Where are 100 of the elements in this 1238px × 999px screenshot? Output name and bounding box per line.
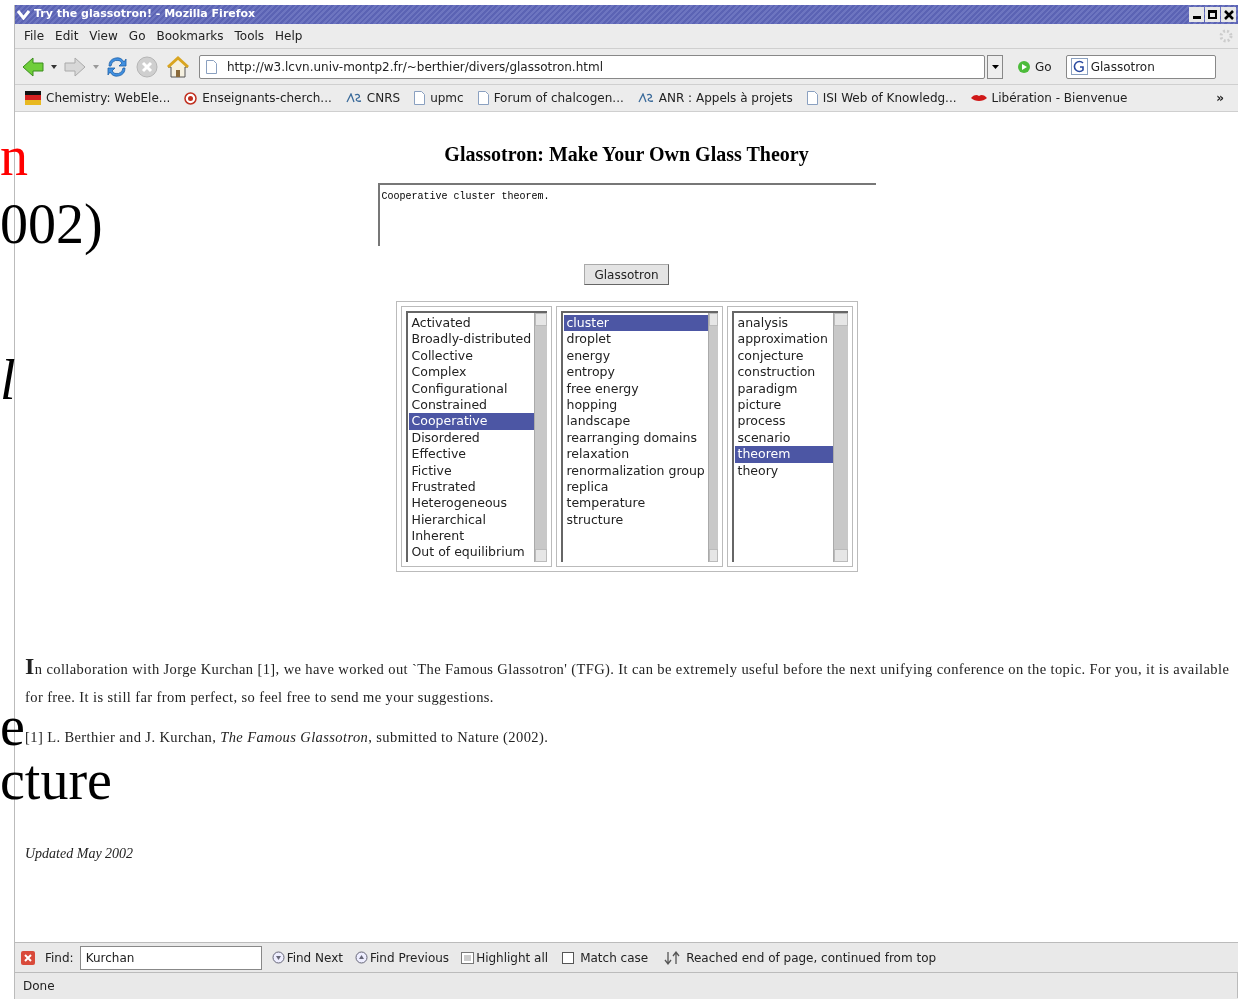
list-option[interactable]: cluster <box>563 315 708 332</box>
find-next-icon <box>271 951 285 964</box>
slide-text-fragment: e <box>0 698 25 754</box>
scrollbar[interactable] <box>707 313 718 562</box>
menu-item[interactable]: Go <box>123 27 151 45</box>
dropdown-arrow-icon[interactable] <box>51 64 57 69</box>
list-box[interactable]: analysis approximation conjecture construction paradigm picture process scenario theorem theory <box>731 311 848 562</box>
search-engine-icon <box>1070 58 1088 75</box>
highlight-icon <box>461 951 475 964</box>
search-field[interactable]: Glassotron <box>1065 54 1216 79</box>
list-option[interactable]: rearranging domains <box>563 429 708 447</box>
list-option[interactable]: analysis <box>734 315 833 332</box>
list-option[interactable]: Fictive <box>408 462 535 479</box>
match-case-checkbox[interactable]: Match case <box>562 948 649 967</box>
flag-icon <box>25 91 41 105</box>
reload-icon[interactable] <box>105 54 129 79</box>
list-option[interactable]: construction <box>734 364 833 381</box>
scrollbar[interactable] <box>832 313 848 562</box>
close-icon[interactable] <box>21 950 35 965</box>
list-option[interactable]: energy <box>563 347 708 365</box>
list-option[interactable]: temperature <box>563 495 708 512</box>
list-option[interactable]: Collective <box>408 347 535 365</box>
list-option[interactable]: process <box>734 413 833 430</box>
list-option[interactable]: conjecture <box>734 347 833 365</box>
bookmark-link[interactable]: Forum of chalcogen... <box>477 89 624 107</box>
bookmark-link[interactable]: Enseignants-cherch... <box>184 89 332 107</box>
list-option[interactable]: Activated <box>408 315 535 332</box>
scrollbar[interactable] <box>534 313 547 562</box>
badge-icon <box>184 91 198 105</box>
slide-text-fragment: cture <box>0 752 112 808</box>
list-option[interactable]: entropy <box>563 364 708 381</box>
list-option[interactable]: Cooperative <box>408 413 535 430</box>
bookmark-link[interactable]: ISI Web of Knowledg... <box>806 89 957 107</box>
menu-item[interactable]: View <box>84 27 123 45</box>
bookmark-link[interactable]: Chemistry: WebEle... <box>25 89 171 107</box>
minimize-button[interactable] <box>1189 7 1204 22</box>
list-option[interactable]: Out of equilibrium <box>408 544 535 561</box>
logo-icon <box>345 93 362 103</box>
list-option[interactable]: theory <box>734 462 833 479</box>
list-box[interactable]: cluster droplet energy entropy free energy hopping landscape rearranging domains relaxation renormalization group replica temperature structure <box>560 311 718 562</box>
list-box[interactable]: Activated Broadly-distributed Collective Complex Configurational Constrained Cooperative Disordered Effective Fictive Frustrated Heterogeneous Hierarchical Inherent Out of equilibrium <box>405 311 547 562</box>
lips-icon <box>970 94 987 102</box>
bookmark-link[interactable]: CNRS <box>345 89 401 107</box>
list-option[interactable]: structure <box>563 511 708 529</box>
list-option[interactable]: Broadly-distributed <box>408 331 535 348</box>
maximize-button[interactable] <box>1205 7 1220 22</box>
overflow-chevron[interactable]: » <box>1216 89 1224 107</box>
list-option[interactable]: Constrained <box>408 396 535 414</box>
find-label: Find: <box>45 949 74 967</box>
bookmark-link[interactable]: Libération - Bienvenue <box>970 89 1128 107</box>
intro-paragraph: In collaboration with Jorge Kurchan [1], we have worked out `The Famous Glassotron' (TFG). It can be extremely useful before the next unifying conference on the topic. For you, it is available for free. It is still far from perfect, so feel free to send me your suggestions. <box>25 655 1231 707</box>
list-option[interactable]: Inherent <box>408 528 535 545</box>
list-option[interactable]: Disordered <box>408 429 535 447</box>
list-option[interactable]: paradigm <box>734 380 833 397</box>
throbber-icon <box>1218 28 1234 44</box>
list-option[interactable]: droplet <box>563 331 708 348</box>
list-option[interactable]: approximation <box>734 331 833 348</box>
find-bar-button[interactable]: Find Next <box>271 948 343 967</box>
list-option[interactable]: relaxation <box>563 446 708 463</box>
bookmark-link[interactable]: upmc <box>414 89 464 107</box>
list-option[interactable]: Configurational <box>408 380 535 397</box>
dropdown-button[interactable] <box>987 54 1003 79</box>
window-title: Try the glassotron! - Mozilla Firefox <box>34 6 256 23</box>
list-option[interactable]: Effective <box>408 446 535 463</box>
menu-item[interactable]: Help <box>270 27 308 45</box>
slide-text-fragment: l <box>0 352 16 408</box>
list-option[interactable]: replica <box>563 478 708 496</box>
list-option[interactable]: scenario <box>734 429 833 447</box>
list-option[interactable]: hopping <box>563 396 708 414</box>
glassotron-button[interactable]: Glassotron <box>584 264 669 285</box>
find-bar-button[interactable]: Highlight all <box>461 948 549 967</box>
list-option[interactable]: picture <box>734 396 833 414</box>
page-icon <box>477 91 489 105</box>
chevron-icon[interactable] <box>17 9 30 20</box>
page-icon <box>414 91 426 105</box>
home-icon[interactable] <box>165 54 191 79</box>
find-bar-button[interactable]: Find Previous <box>355 948 450 967</box>
list-option[interactable]: free energy <box>563 380 708 397</box>
go-icon <box>1017 59 1031 74</box>
find-field[interactable]: Kurchan <box>79 945 262 970</box>
list-option[interactable]: Frustrated <box>408 478 535 496</box>
reference-text: [1] L. Berthier and J. Kurchan, The Famous Glassotron, submitted to Nature (2002). <box>25 728 550 747</box>
output-box: Cooperative cluster theorem. <box>377 183 876 246</box>
bookmark-link[interactable]: ANR : Appels à projets <box>637 89 793 107</box>
menu-item[interactable]: Edit <box>50 27 84 45</box>
menu-item[interactable]: Tools <box>229 27 270 45</box>
list-option[interactable]: renormalization group <box>563 462 708 479</box>
logo-icon <box>637 93 654 103</box>
list-option[interactable]: landscape <box>563 413 708 430</box>
menu-item[interactable]: Bookmarks <box>151 27 229 45</box>
go-button[interactable]: Go <box>1017 57 1052 76</box>
address-bar[interactable]: http://w3.lcvn.univ-montp2.fr/~berthier/divers/glassotron.html <box>199 54 985 79</box>
list-option[interactable]: Hierarchical <box>408 511 535 529</box>
status-bar: Done <box>15 973 1238 998</box>
list-option[interactable]: theorem <box>734 446 833 463</box>
list-option[interactable]: Heterogeneous <box>408 495 535 512</box>
close-button[interactable] <box>1221 7 1236 22</box>
list-option[interactable]: Complex <box>408 364 535 381</box>
back-arrow-icon[interactable] <box>21 55 45 78</box>
menu-item[interactable]: File <box>19 27 50 45</box>
